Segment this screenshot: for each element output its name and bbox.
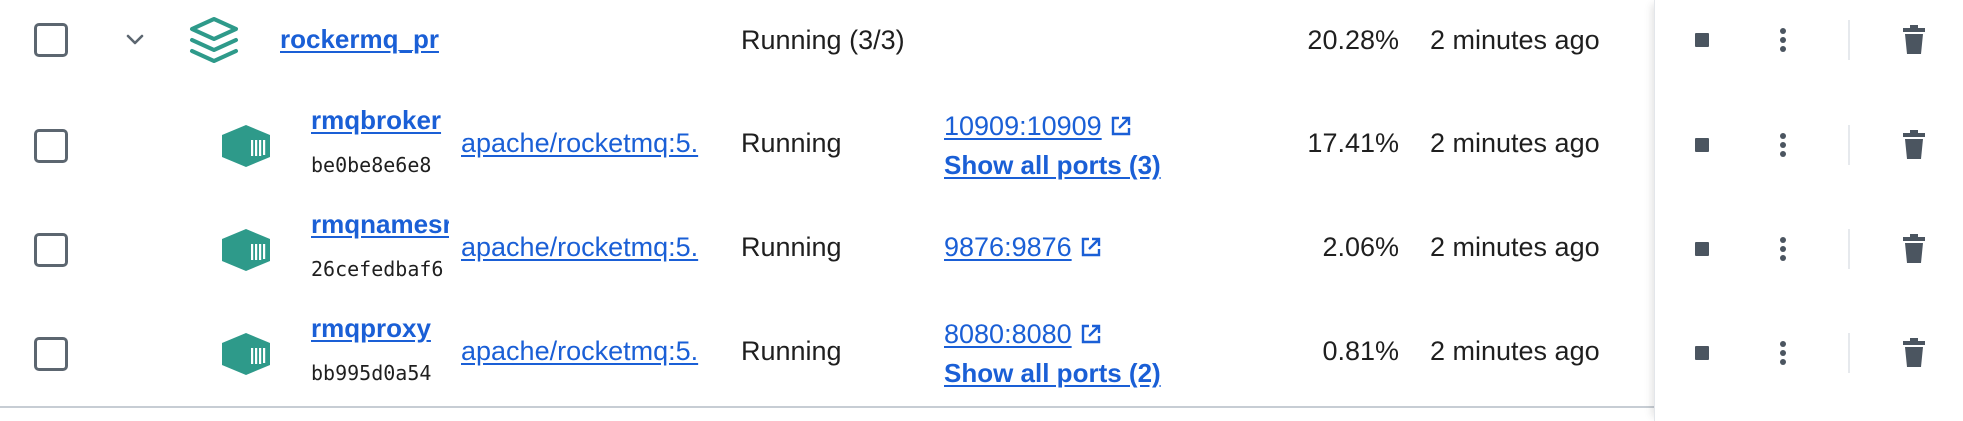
more-vertical-icon[interactable] xyxy=(1771,338,1795,368)
container-icon xyxy=(222,229,270,271)
container-cpu: 17.41% xyxy=(1307,128,1399,158)
row-checkbox[interactable] xyxy=(34,23,68,57)
trash-icon[interactable] xyxy=(1902,234,1926,264)
port-link[interactable]: 8080:8080 xyxy=(944,319,1102,350)
stop-icon[interactable] xyxy=(1695,346,1709,360)
action-divider xyxy=(1848,20,1850,60)
more-vertical-icon[interactable] xyxy=(1771,25,1795,55)
show-all-ports-link[interactable]: Show all ports (2) xyxy=(944,358,1161,389)
port-link[interactable]: 10909:10909 xyxy=(944,111,1132,142)
container-started: 2 minutes ago xyxy=(1430,336,1600,366)
external-link-icon[interactable] xyxy=(1110,115,1132,137)
container-started: 2 minutes ago xyxy=(1430,232,1600,262)
container-icon xyxy=(222,333,270,375)
container-id: 26cefedbaf6 xyxy=(311,257,444,281)
show-all-ports-link[interactable]: Show all ports (3) xyxy=(944,150,1161,181)
container-status: Running xyxy=(741,336,842,366)
container-status: Running xyxy=(741,128,842,158)
port-label[interactable]: 8080:8080 xyxy=(944,319,1072,349)
trash-icon[interactable] xyxy=(1902,25,1926,55)
port-label[interactable]: 10909:10909 xyxy=(944,111,1102,141)
row-checkbox[interactable] xyxy=(34,233,68,267)
group-cpu: 20.28% xyxy=(1307,25,1399,55)
action-divider xyxy=(1848,229,1850,269)
container-icon xyxy=(222,125,270,167)
external-link-icon[interactable] xyxy=(1080,236,1102,258)
group-status: Running (3/3) xyxy=(741,25,905,55)
image-link[interactable]: apache/rocketmq:5. xyxy=(461,336,725,367)
action-divider xyxy=(1848,125,1850,165)
image-link[interactable]: apache/rocketmq:5. xyxy=(461,128,725,159)
containers-table: rockermq_pr Running (3/3) 20.28% 2 minut… xyxy=(0,0,1963,421)
row-checkbox[interactable] xyxy=(34,337,68,371)
trash-icon[interactable] xyxy=(1902,130,1926,160)
external-link-icon[interactable] xyxy=(1080,323,1102,345)
chevron-down-icon[interactable] xyxy=(122,26,148,52)
container-id: bb995d0a54 xyxy=(311,361,432,385)
container-cpu: 2.06% xyxy=(1322,232,1399,262)
container-status: Running xyxy=(741,232,842,262)
container-name-link[interactable]: rmqnamesrv xyxy=(311,209,449,240)
container-id: be0be8e6e8 xyxy=(311,153,432,177)
container-started: 2 minutes ago xyxy=(1430,128,1600,158)
more-vertical-icon[interactable] xyxy=(1771,130,1795,160)
container-name-link[interactable]: rmqbroker xyxy=(311,105,449,136)
row-checkbox[interactable] xyxy=(34,129,68,163)
more-vertical-icon[interactable] xyxy=(1771,234,1795,264)
stop-icon[interactable] xyxy=(1695,242,1709,256)
group-name-link[interactable]: rockermq_pr xyxy=(280,24,446,55)
port-link[interactable]: 9876:9876 xyxy=(944,232,1102,263)
stop-icon[interactable] xyxy=(1695,138,1709,152)
stop-icon[interactable] xyxy=(1695,33,1709,47)
port-label[interactable]: 9876:9876 xyxy=(944,232,1072,262)
group-started: 2 minutes ago xyxy=(1430,25,1600,55)
action-divider xyxy=(1848,333,1850,373)
image-link[interactable]: apache/rocketmq:5. xyxy=(461,232,725,263)
container-name-link[interactable]: rmqproxy xyxy=(311,313,449,344)
trash-icon[interactable] xyxy=(1902,338,1926,368)
stack-icon xyxy=(190,17,238,63)
actions-column xyxy=(1654,0,1963,421)
container-cpu: 0.81% xyxy=(1322,336,1399,366)
